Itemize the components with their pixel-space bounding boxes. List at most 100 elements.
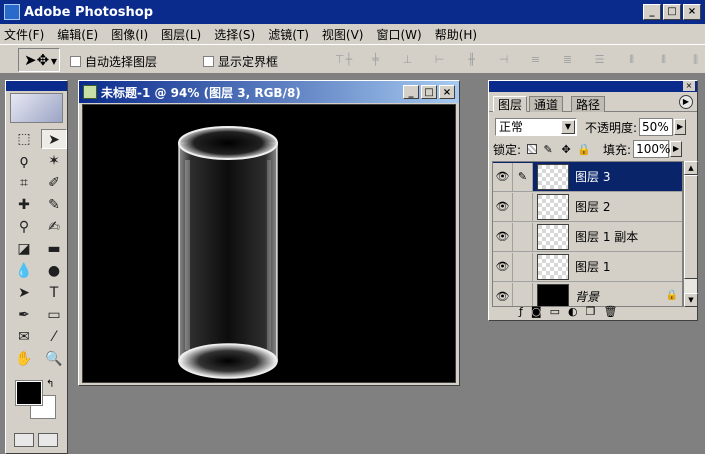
document-canvas[interactable]: [82, 104, 456, 383]
scroll-up-icon[interactable]: ▲: [684, 161, 698, 175]
menu-help[interactable]: 帮助(H): [435, 26, 477, 43]
zoom-tool-icon[interactable]: 🔍: [41, 349, 67, 369]
align-vcenter-icon[interactable]: ╪: [365, 53, 387, 67]
link-slot[interactable]: [513, 222, 533, 251]
menu-view[interactable]: 视图(V): [322, 26, 364, 43]
distribute-bottom-icon[interactable]: ☰: [589, 53, 611, 67]
shape-tool-icon[interactable]: ▭: [41, 305, 67, 325]
hand-tool-icon[interactable]: ✋: [11, 349, 37, 369]
opacity-field[interactable]: 50%: [639, 118, 674, 136]
fill-field[interactable]: 100%: [633, 140, 670, 158]
foreground-color-swatch[interactable]: [15, 380, 43, 406]
history-brush-tool-icon[interactable]: ✍: [41, 217, 67, 237]
brush-tool-icon[interactable]: ✎: [41, 195, 67, 215]
align-hcenter-icon[interactable]: ╫: [461, 53, 483, 67]
adjustment-layer-icon[interactable]: ◐: [568, 305, 578, 318]
tab-layers[interactable]: 图层: [493, 96, 528, 112]
distribute-top-icon[interactable]: ≡: [525, 53, 547, 67]
path-selection-tool-icon[interactable]: ➤: [11, 283, 37, 303]
tool-preset-picker[interactable]: ➤✥ ▼: [18, 48, 60, 72]
layer-style-icon[interactable]: ƒ: [519, 305, 523, 318]
eye-icon[interactable]: 👁: [493, 162, 513, 191]
minimize-button[interactable]: _: [643, 4, 661, 20]
doc-close-button[interactable]: ×: [439, 85, 455, 99]
marquee-tool-icon[interactable]: ⬚: [11, 129, 37, 149]
eraser-tool-icon[interactable]: ◪: [11, 239, 37, 259]
checkbox-box[interactable]: [70, 56, 81, 67]
eyedropper-tool-icon[interactable]: ⁄: [41, 327, 67, 347]
notes-tool-icon[interactable]: ✉: [11, 327, 37, 347]
gradient-tool-icon[interactable]: ▬: [41, 239, 67, 259]
menu-edit[interactable]: 编辑(E): [57, 26, 98, 43]
layer-row[interactable]: 👁 图层 2: [493, 192, 682, 222]
layer-mask-icon[interactable]: ◙: [531, 305, 542, 318]
magic-wand-tool-icon[interactable]: ✶: [41, 151, 67, 171]
panel-close-button[interactable]: ×: [683, 81, 695, 91]
lock-pixels-icon[interactable]: ✎: [541, 143, 555, 156]
show-bounds-checkbox[interactable]: 显示定界框: [203, 53, 278, 70]
tab-paths[interactable]: 路径: [571, 96, 606, 112]
layer-row[interactable]: 👁 图层 1: [493, 252, 682, 282]
layer-set-icon[interactable]: ▭: [550, 305, 560, 318]
pen-tool-icon[interactable]: ✒: [11, 305, 37, 325]
menu-select[interactable]: 选择(S): [214, 26, 255, 43]
layer-row[interactable]: 👁 图层 1 副本: [493, 222, 682, 252]
trash-icon[interactable]: 🗑: [603, 305, 617, 318]
distribute-hcenter-icon[interactable]: ⦀: [653, 53, 675, 67]
eye-icon[interactable]: 👁: [493, 192, 513, 221]
new-layer-icon[interactable]: ❐: [586, 305, 596, 318]
menu-layer[interactable]: 图层(L): [161, 26, 201, 43]
quickmask-mode-icon[interactable]: [38, 433, 58, 447]
move-tool-icon[interactable]: ➤: [41, 129, 67, 149]
lasso-tool-icon[interactable]: ϙ: [11, 151, 37, 171]
blur-tool-icon[interactable]: 💧: [11, 261, 37, 281]
fill-slider-icon[interactable]: ▶: [670, 141, 683, 157]
doc-maximize-button[interactable]: □: [421, 85, 437, 99]
align-right-icon[interactable]: ⊣: [493, 53, 515, 67]
layer-row[interactable]: 👁 ✎ 图层 3: [493, 162, 682, 192]
menu-filter[interactable]: 滤镜(T): [268, 26, 309, 43]
menu-file[interactable]: 文件(F): [4, 26, 44, 43]
scroll-down-icon[interactable]: ▼: [684, 293, 698, 307]
auto-select-checkbox[interactable]: 自动选择图层: [70, 53, 157, 70]
menu-image[interactable]: 图像(I): [111, 26, 148, 43]
link-slot[interactable]: [513, 192, 533, 221]
dodge-tool-icon[interactable]: ●: [41, 261, 67, 281]
clone-stamp-tool-icon[interactable]: ⚲: [11, 217, 37, 237]
eye-icon[interactable]: 👁: [493, 282, 513, 306]
align-top-icon[interactable]: ⊤┼: [333, 53, 355, 67]
tab-channels[interactable]: 通道: [529, 96, 564, 112]
distribute-right-icon[interactable]: ⫼: [685, 53, 705, 67]
checkbox-box[interactable]: [203, 56, 214, 67]
lock-all-icon[interactable]: 🔒: [577, 143, 591, 156]
chevron-down-icon[interactable]: ▼: [561, 120, 575, 134]
layer-list-scrollbar[interactable]: ▲ ▼: [683, 161, 698, 307]
lock-transparency-icon[interactable]: [527, 144, 538, 154]
blend-mode-select[interactable]: 正常 ▼: [495, 118, 577, 136]
maximize-button[interactable]: □: [663, 4, 681, 20]
opacity-slider-icon[interactable]: ▶: [674, 119, 687, 135]
distribute-vcenter-icon[interactable]: ≣: [557, 53, 579, 67]
scroll-thumb[interactable]: [684, 175, 698, 279]
eye-icon[interactable]: 👁: [493, 222, 513, 251]
eye-icon[interactable]: 👁: [493, 252, 513, 281]
layer-row[interactable]: 👁 背景 🔒: [493, 282, 682, 306]
healing-brush-tool-icon[interactable]: ✚: [11, 195, 37, 215]
link-slot[interactable]: [513, 252, 533, 281]
close-button[interactable]: ×: [683, 4, 701, 20]
brush-icon[interactable]: ✎: [513, 162, 533, 191]
link-slot[interactable]: [513, 282, 533, 306]
standard-mode-icon[interactable]: [14, 433, 34, 447]
distribute-left-icon[interactable]: ⫴: [621, 53, 643, 67]
crop-tool-icon[interactable]: ⌗: [11, 173, 37, 193]
slice-tool-icon[interactable]: ✐: [41, 173, 67, 193]
doc-minimize-button[interactable]: _: [403, 85, 419, 99]
swap-colors-icon[interactable]: ↰: [46, 379, 54, 390]
menu-window[interactable]: 窗口(W): [376, 26, 421, 43]
align-bottom-icon[interactable]: ⊥: [397, 53, 419, 67]
lock-position-icon[interactable]: ✥: [559, 143, 573, 156]
panel-menu-icon[interactable]: ▶: [679, 95, 693, 109]
feather-logo-icon[interactable]: [10, 93, 63, 123]
type-tool-icon[interactable]: T: [41, 283, 67, 303]
align-left-icon[interactable]: ⊢: [429, 53, 451, 67]
